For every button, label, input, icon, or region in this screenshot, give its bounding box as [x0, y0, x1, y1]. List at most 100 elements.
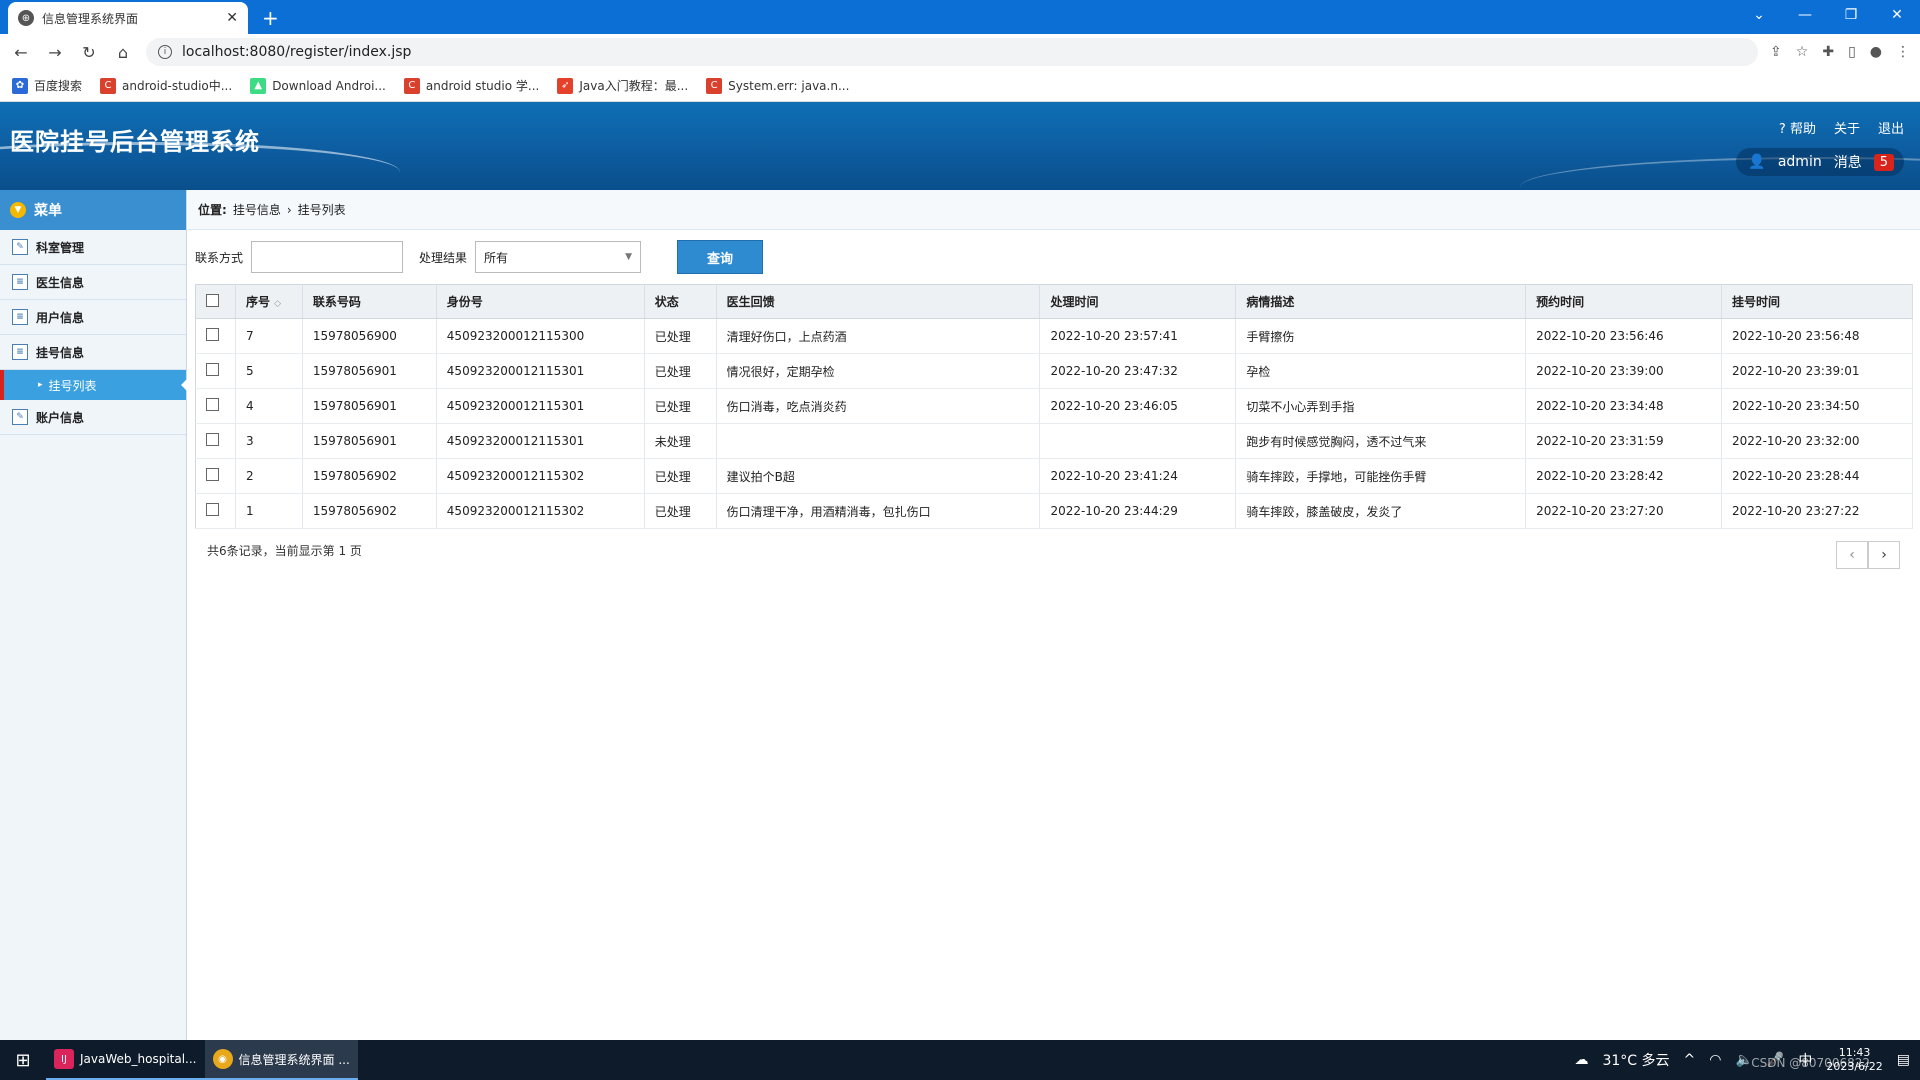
table-cell: 3: [235, 423, 303, 459]
tab-search-icon[interactable]: ⌄: [1736, 0, 1782, 30]
sidebar-item-department[interactable]: ✎ 科室管理: [0, 230, 186, 265]
row-checkbox[interactable]: [206, 503, 219, 516]
close-tab-icon[interactable]: ✕: [226, 10, 238, 26]
profile-icon[interactable]: ●: [1870, 44, 1882, 60]
new-tab-icon[interactable]: +: [262, 6, 279, 30]
table-row[interactable]: 2 15978056902 450923200012115302 已处理 建议拍…: [195, 458, 1913, 494]
home-icon[interactable]: ⌂: [112, 43, 134, 62]
bookmark-item[interactable]: ✿ 百度搜索: [12, 77, 82, 94]
table-cell: 未处理: [644, 423, 717, 459]
table-cell: 2022-10-20 23:27:22: [1721, 493, 1913, 529]
table-cell: 建议拍个B超: [716, 458, 1041, 494]
extensions-icon[interactable]: ✚: [1822, 44, 1834, 60]
row-checkbox[interactable]: [206, 468, 219, 481]
chevron-up-icon[interactable]: ^: [1684, 1052, 1696, 1068]
weather-text[interactable]: 31°C 多云: [1602, 1050, 1669, 1070]
query-button[interactable]: 查询: [677, 240, 764, 274]
table-row[interactable]: 5 15978056901 450923200012115301 已处理 情况很…: [195, 353, 1913, 389]
table-row[interactable]: 1 15978056902 450923200012115302 已处理 伤口清…: [195, 493, 1913, 529]
bookmark-item[interactable]: C System.err: java.n...: [706, 77, 849, 94]
row-checkbox[interactable]: [206, 328, 219, 341]
list-icon: ≡: [12, 344, 28, 360]
column-header: 医生回馈: [716, 284, 1041, 319]
sidebar-item-doctor[interactable]: ≡ 医生信息: [0, 265, 186, 300]
column-header: 预约时间: [1525, 284, 1723, 319]
logout-link[interactable]: 退出: [1878, 118, 1904, 137]
about-link[interactable]: 关于: [1834, 118, 1860, 137]
row-checkbox[interactable]: [206, 398, 219, 411]
notification-icon[interactable]: ▤: [1897, 1052, 1910, 1068]
username[interactable]: admin: [1778, 154, 1822, 170]
table-cell: 清理好伤口，上点药酒: [716, 318, 1041, 354]
sidebar-subitem-registration-list[interactable]: ▸ 挂号列表: [0, 370, 187, 400]
help-link[interactable]: ? 帮助: [1779, 118, 1816, 137]
bookmark-label: Download Androi...: [272, 78, 386, 93]
sidebar-item-registration[interactable]: ≡ 挂号信息: [0, 335, 186, 370]
taskbar-app-intellij[interactable]: IJ JavaWeb_hospital...: [46, 1040, 205, 1080]
table-row[interactable]: 7 15978056900 450923200012115300 已处理 清理好…: [195, 318, 1913, 354]
table-cell: 已处理: [644, 493, 717, 529]
table-cell: 骑车摔跤，手撑地，可能挫伤手臂: [1235, 458, 1527, 494]
sidebar-item-label: 医生信息: [36, 275, 85, 290]
bookmark-item[interactable]: Candroid-studio中...: [100, 77, 232, 94]
menu-header[interactable]: ▼ 菜单: [0, 190, 186, 230]
table-row[interactable]: 3 15978056901 450923200012115301 未处理 跑步有…: [195, 423, 1913, 459]
bookmark-label: 百度搜索: [34, 79, 83, 93]
table-cell: 7: [235, 318, 303, 354]
site-info-icon[interactable]: i: [158, 45, 172, 59]
star-icon[interactable]: ☆: [1796, 44, 1809, 60]
browser-tab[interactable]: ⊕ 信息管理系统界面 ✕: [8, 2, 248, 34]
result-select[interactable]: 所有 ▼: [475, 241, 642, 273]
breadcrumb-link[interactable]: 挂号信息: [233, 201, 281, 218]
reload-icon[interactable]: ↻: [78, 43, 100, 62]
sidepanel-icon[interactable]: ▯: [1848, 44, 1856, 60]
table-row[interactable]: 4 15978056901 450923200012115301 已处理 伤口消…: [195, 388, 1913, 424]
minimize-icon[interactable]: —: [1782, 0, 1828, 30]
row-select-cell: [195, 423, 236, 459]
sidebar-item-label: 账户信息: [36, 410, 85, 425]
toolbar-icons: ⇪ ☆ ✚ ▯ ● ⋮: [1770, 44, 1910, 60]
table-cell: 450923200012115302: [436, 458, 645, 494]
table-cell: 已处理: [644, 318, 717, 354]
select-all-checkbox[interactable]: [206, 293, 219, 307]
taskbar-app-chrome[interactable]: ◉ 信息管理系统界面 ...: [204, 1040, 358, 1080]
bookmark-item[interactable]: ➶ Java入门教程：最...: [557, 77, 688, 94]
bookmark-item[interactable]: ▲ Download Androi...: [250, 77, 386, 94]
chevron-down-icon: ▼: [625, 252, 633, 262]
windows-start-icon[interactable]: ⊞: [0, 1040, 46, 1080]
table-cell: 2022-10-20 23:57:41: [1039, 318, 1237, 354]
prev-page-icon[interactable]: ‹: [1836, 541, 1868, 569]
url-text: localhost:8080/register/index.jsp: [182, 44, 412, 60]
table-cell: 15978056902: [302, 458, 437, 494]
table-cell: 2022-10-20 23:34:50: [1721, 388, 1913, 424]
swift-icon: ➶: [557, 77, 574, 94]
sidebar-item-account[interactable]: ✎ 账户信息: [0, 400, 186, 435]
share-icon[interactable]: ⇪: [1770, 44, 1782, 60]
forward-icon[interactable]: →: [44, 43, 66, 62]
row-checkbox[interactable]: [206, 363, 219, 376]
url-bar[interactable]: i localhost:8080/register/index.jsp: [146, 38, 1759, 66]
contact-input[interactable]: [251, 241, 404, 273]
chevron-right-icon: ›: [286, 202, 292, 217]
table-cell: 2022-10-20 23:32:00: [1721, 423, 1913, 459]
sort-icon: ◇: [274, 299, 282, 309]
messages-link[interactable]: 消息: [1834, 152, 1862, 172]
restore-icon[interactable]: ❐: [1828, 0, 1874, 30]
next-page-icon[interactable]: ›: [1868, 541, 1900, 569]
row-select-cell: [195, 493, 236, 529]
table-cell: [716, 423, 1041, 459]
csdn-icon: C: [100, 77, 117, 94]
pager-info: 共6条记录，当前显示第 1 页: [207, 544, 362, 558]
column-header: 处理时间: [1039, 284, 1237, 319]
close-window-icon[interactable]: ✕: [1874, 0, 1920, 30]
back-icon[interactable]: ←: [10, 43, 32, 62]
bookmark-item[interactable]: Candroid studio 学...: [403, 77, 539, 94]
sidebar-item-user[interactable]: ≡ 用户信息: [0, 300, 186, 335]
sidebar-item-label: 挂号列表: [48, 378, 97, 393]
more-icon[interactable]: ⋮: [1896, 44, 1910, 60]
column-header[interactable]: 序号 ◇: [235, 284, 303, 319]
wifi-icon[interactable]: ◠: [1709, 1052, 1721, 1068]
csdn-icon: C: [403, 77, 420, 94]
row-checkbox[interactable]: [206, 433, 219, 446]
table-cell: 2022-10-20 23:39:00: [1525, 353, 1723, 389]
